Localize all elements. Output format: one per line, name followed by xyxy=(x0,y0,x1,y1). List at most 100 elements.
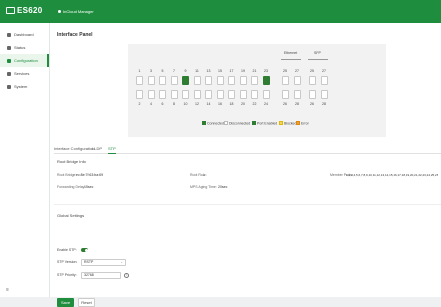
port-eth-28[interactable] xyxy=(293,90,301,99)
sidebar-item-status[interactable]: Status xyxy=(0,41,49,54)
port-eth-26[interactable] xyxy=(281,90,289,99)
max-age-label: MPS Aging Time: xyxy=(190,185,217,189)
ethernet-group-line xyxy=(281,59,301,60)
port-number-label: 5 xyxy=(161,69,164,73)
sidebar-item-label: Configuration xyxy=(14,58,38,63)
tab-stp[interactable]: STP xyxy=(108,146,116,151)
port-10[interactable] xyxy=(182,90,189,99)
root-bridge-value: ec:8e:7f:63:ba:69 xyxy=(76,173,104,177)
port-eth-25[interactable] xyxy=(281,76,289,85)
stp-priority-label: STP Priority: xyxy=(57,273,77,277)
port-20[interactable] xyxy=(239,90,247,99)
legend-label: Connected xyxy=(207,121,224,126)
port-2[interactable] xyxy=(136,90,143,99)
root-bridge-label: Root Bridge: xyxy=(57,173,77,177)
port-14[interactable] xyxy=(205,90,212,99)
app-logo[interactable]: ES620 xyxy=(6,6,43,15)
port-17[interactable] xyxy=(228,76,235,85)
port-sfp-27[interactable] xyxy=(320,76,328,85)
port-12[interactable] xyxy=(193,90,201,99)
forwarding-delay-value: 15sec xyxy=(84,185,94,189)
port-number-label: 3 xyxy=(150,69,152,73)
port-number-label: 27 xyxy=(322,69,326,73)
port-7[interactable] xyxy=(170,76,178,85)
global-settings-title: Global Settings xyxy=(57,213,85,218)
port-number-label: 10 xyxy=(183,102,188,106)
port-number-label: 19 xyxy=(241,69,245,73)
port-5[interactable] xyxy=(159,76,166,85)
port-number-label: 27 xyxy=(295,69,299,73)
port-9[interactable] xyxy=(182,76,189,85)
status-icon xyxy=(7,45,11,50)
port-16[interactable] xyxy=(216,90,224,99)
stp-version-value: RSTP xyxy=(84,260,94,264)
info-icon[interactable]: i xyxy=(124,273,129,278)
connected-swatch-icon xyxy=(202,121,206,125)
chevron-down-icon: ⌄ xyxy=(120,260,123,264)
port-11[interactable] xyxy=(193,76,201,85)
tab-bar: Interface Configuration LLDP STP xyxy=(54,142,441,154)
reset-button[interactable]: Reset xyxy=(78,298,95,307)
port-number-label: 11 xyxy=(195,69,199,73)
port-22[interactable] xyxy=(251,90,258,99)
sidebar-item-system[interactable]: System xyxy=(0,80,49,93)
port-19[interactable] xyxy=(239,76,247,85)
enable-stp-toggle[interactable] xyxy=(81,248,88,252)
port-sfp-26[interactable] xyxy=(308,90,316,99)
port-13[interactable] xyxy=(205,76,212,85)
legend-disconnected: Disconnected xyxy=(224,121,250,126)
port-6[interactable] xyxy=(159,90,166,99)
tab-lldp[interactable]: LLDP xyxy=(92,146,102,151)
dashboard-icon xyxy=(7,32,11,37)
port-15[interactable] xyxy=(216,76,224,85)
sidebar-item-configuration[interactable]: Configuration xyxy=(0,54,49,67)
sidebar-item-label: Status xyxy=(14,45,26,50)
port-8[interactable] xyxy=(170,90,178,99)
section-divider xyxy=(54,204,441,205)
services-icon xyxy=(7,71,11,76)
port-21[interactable] xyxy=(251,76,258,85)
port-number-label: 23 xyxy=(264,69,268,73)
sidebar-item-label: Dashboard xyxy=(14,32,34,37)
stp-priority-input[interactable]: 32768 xyxy=(81,272,121,279)
brand-dot-icon xyxy=(58,10,61,13)
port-18[interactable] xyxy=(228,90,235,99)
root-role-value: -- xyxy=(203,173,206,177)
port-number-label: 28 xyxy=(322,102,326,106)
sfp-group-label: SFP xyxy=(314,51,321,55)
port-sfp-28[interactable] xyxy=(320,90,328,99)
port-number-label: 25 xyxy=(283,69,287,73)
legend-label: Blocked xyxy=(284,121,297,126)
collapse-menu-icon[interactable]: ≡ xyxy=(6,287,9,293)
stp-version-select[interactable]: RSTP ⌄ xyxy=(81,259,126,266)
port-4[interactable] xyxy=(147,90,155,99)
save-button[interactable]: Save xyxy=(57,298,74,307)
member-ports-value: 1,2,3,4,5,6,7,8,9,10,11,12,13,14,15,16,1… xyxy=(346,173,438,177)
port-number-label: 26 xyxy=(310,102,314,106)
disconnected-swatch-icon xyxy=(224,121,228,125)
main-content: Interface Panel 1 3 5 7 9 11 13 15 17 19 21 23 2 4 6 8 1… xyxy=(50,23,441,307)
port-24[interactable] xyxy=(262,90,270,99)
port-number-label: 24 xyxy=(264,102,268,106)
port-number-label: 15 xyxy=(218,69,222,73)
tab-interface-configuration[interactable]: Interface Configuration xyxy=(54,146,94,151)
port-number-label: 26 xyxy=(283,102,287,106)
port-number-label: 8 xyxy=(173,102,175,106)
logo-icon xyxy=(6,7,15,14)
port-number-label: 28 xyxy=(295,102,299,106)
forwarding-delay-label: Forwarding Delay: xyxy=(57,185,86,189)
port-1[interactable] xyxy=(136,76,143,85)
port-3[interactable] xyxy=(147,76,155,85)
ethernet-group-label: Ethernet xyxy=(284,51,298,55)
blocked-swatch-icon xyxy=(279,121,283,125)
port-23[interactable] xyxy=(262,76,270,85)
port-number-label: 20 xyxy=(241,102,245,106)
port-number-label: 7 xyxy=(173,69,175,73)
port-number-label: 1 xyxy=(138,69,141,73)
port-eth-27[interactable] xyxy=(293,76,301,85)
port-sfp-25[interactable] xyxy=(308,76,316,85)
stp-version-label: STP Version: xyxy=(57,260,78,264)
sidebar-item-dashboard[interactable]: Dashboard xyxy=(0,28,49,41)
sidebar-item-services[interactable]: Services xyxy=(0,67,49,80)
max-age-value: 20sec xyxy=(218,185,228,189)
